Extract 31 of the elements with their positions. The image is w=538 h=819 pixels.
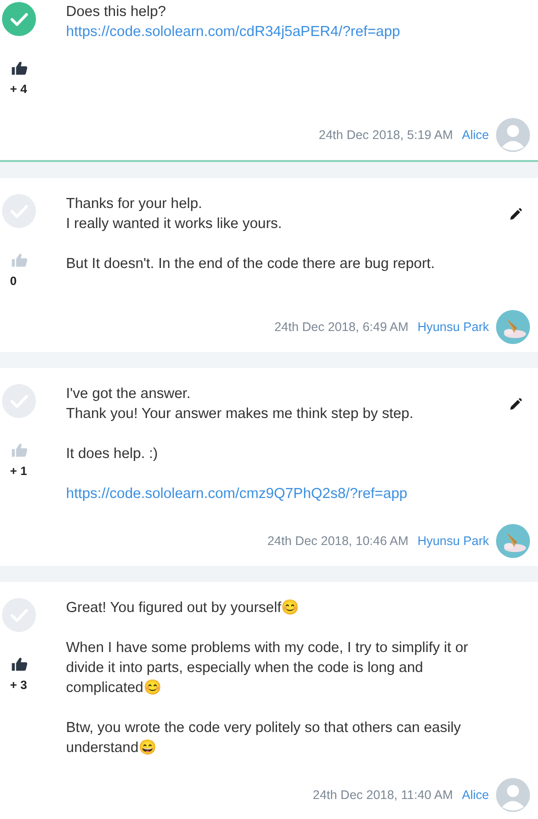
thumbs-up-icon[interactable]: [11, 656, 28, 672]
code-link[interactable]: https://code.sololearn.com/cdR34j5aPER4/?ref=app: [66, 22, 496, 42]
thumbs-up-icon[interactable]: [11, 60, 28, 76]
post-date: 24th Dec 2018, 6:49 AM: [274, 320, 408, 334]
post-date: 24th Dec 2018, 10:46 AM: [267, 534, 408, 548]
thumbs-up-icon[interactable]: [11, 442, 28, 458]
answer-text: But It doesn't. In the end of the code there are bug report.: [66, 255, 436, 274]
answer-text: I've got the answer. Thank you! Your answer makes me think step by step.: [66, 385, 414, 424]
author-link[interactable]: Alice: [462, 128, 489, 142]
thumbs-up-icon[interactable]: [11, 252, 28, 268]
vote-count: + 3: [10, 678, 28, 692]
vote-count: + 4: [10, 82, 28, 96]
author-link[interactable]: Alice: [462, 788, 489, 802]
answer-text: It does help. :): [66, 445, 159, 464]
author-link[interactable]: Hyunsu Park: [417, 534, 489, 548]
author-link[interactable]: Hyunsu Park: [417, 320, 489, 334]
answer-text: Great! You figured out by yourself😊: [66, 598, 300, 618]
vote-count: + 1: [10, 464, 28, 478]
edit-icon[interactable]: [509, 208, 522, 221]
post-date: 24th Dec 2018, 5:19 AM: [318, 128, 453, 142]
code-link[interactable]: https://code.sololearn.com/cmz9Q7PhQ2s8/?ref=app: [66, 484, 496, 504]
post-date: 24th Dec 2018, 11:40 AM: [312, 788, 453, 802]
answer-text: When I have some problems with my code, I try to simplify it or divide it into parts, especially when the code is long and complicated😊: [66, 639, 470, 698]
accept-check-icon[interactable]: [2, 2, 36, 36]
avatar-icon[interactable]: [496, 118, 530, 152]
vote-count: 0: [10, 274, 17, 288]
answer-text: Btw, you wrote the code very politely so that others can easily understand😄: [66, 719, 462, 758]
answer-text: Does this help?: [66, 3, 167, 22]
edit-icon[interactable]: [509, 398, 522, 411]
answer-text: Thanks for your help. I really wanted it works like yours.: [66, 195, 283, 234]
avatar-icon[interactable]: [496, 778, 530, 812]
